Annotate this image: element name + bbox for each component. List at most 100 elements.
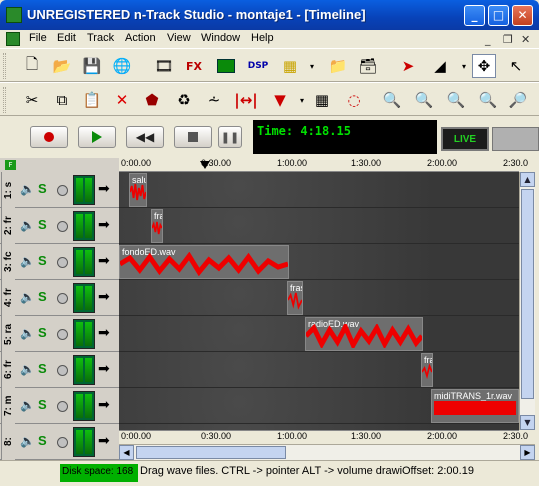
scroll-thumb[interactable] [136, 446, 286, 459]
speaker-icon[interactable]: 🔈 [20, 398, 35, 412]
solo-icon[interactable]: S [38, 253, 47, 268]
scroll-down-icon[interactable]: ▼ [520, 415, 535, 430]
dropdown-arrow-icon[interactable]: ▾ [300, 54, 324, 78]
mdi-restore-icon[interactable]: ❐ [503, 33, 513, 46]
paste-icon[interactable]: 📋 [80, 88, 104, 112]
track-name[interactable]: 6: fr [1, 352, 15, 388]
track-header[interactable]: 8: 🔈 S ➡ [0, 424, 119, 460]
track-header[interactable]: 3: fc 🔈 S ➡ [0, 244, 119, 280]
scroll-right-icon[interactable]: ▶ [520, 445, 535, 460]
track-name[interactable]: 7: m [1, 388, 15, 424]
record-arm-button[interactable] [57, 185, 68, 196]
delete-icon[interactable]: ✕ [110, 88, 134, 112]
volume-slider[interactable] [492, 127, 539, 151]
zoom-all-icon[interactable]: 🔎 [506, 88, 530, 112]
dsp-icon[interactable]: DSP [246, 54, 270, 78]
record-arm-button[interactable] [57, 437, 68, 448]
toolbar-grip[interactable] [3, 87, 6, 113]
playhead-marker[interactable] [200, 161, 210, 169]
wave-clip[interactable]: frase2.wav [287, 281, 303, 315]
plugin-icon[interactable]: FX [182, 54, 206, 78]
record-arm-button[interactable] [57, 365, 68, 376]
time-ruler-bottom[interactable]: 0:00.00 0:30.00 1:00.00 1:30.00 2:00.00 … [119, 430, 528, 444]
solo-icon[interactable]: S [38, 361, 47, 376]
speaker-icon[interactable]: 🔈 [20, 362, 35, 376]
speaker-icon[interactable]: 🔈 [20, 434, 35, 448]
snap-icon[interactable]: ⩪ [202, 88, 226, 112]
record-button[interactable] [30, 126, 68, 148]
scroll-up-icon[interactable]: ▲ [520, 172, 535, 187]
stop-button[interactable] [174, 126, 212, 148]
output-arrow-icon[interactable]: ➡ [98, 433, 110, 449]
rewind-button[interactable]: ◀◀ [126, 126, 164, 148]
menu-window[interactable]: Window [201, 32, 240, 44]
output-arrow-icon[interactable]: ➡ [98, 181, 110, 197]
live-button[interactable]: LIVE [441, 127, 489, 151]
document-icon[interactable] [6, 32, 20, 46]
speaker-icon[interactable]: 🔈 [20, 254, 35, 268]
grid-icon[interactable]: ▦ [310, 88, 334, 112]
menu-edit[interactable]: Edit [57, 32, 76, 44]
output-arrow-icon[interactable]: ➡ [98, 289, 110, 305]
menu-help[interactable]: Help [251, 32, 274, 44]
track-lane[interactable] [119, 172, 519, 208]
menu-track[interactable]: Track [87, 32, 114, 44]
wave-clip[interactable]: saludoed.wav [129, 173, 147, 207]
mdi-close-icon[interactable]: ✕ [521, 33, 530, 46]
track-name[interactable]: 5: ra [1, 316, 15, 352]
track-name[interactable]: 3: fc [1, 244, 15, 280]
toolbar-grip[interactable] [3, 53, 6, 79]
split-icon[interactable]: ⬟ [140, 88, 164, 112]
internet-icon[interactable]: 🌐 [110, 54, 134, 78]
move-tool-icon[interactable]: ✥ [472, 54, 496, 78]
record-arm-button[interactable] [57, 293, 68, 304]
scroll-thumb[interactable] [521, 189, 534, 399]
track-name[interactable]: 4: fr [1, 280, 15, 316]
expand-toggle-icon[interactable]: F [5, 160, 16, 170]
pattern-icon[interactable]: ▦ [278, 54, 302, 78]
wave-clip[interactable]: frase3.wav [421, 353, 433, 387]
copy-icon[interactable]: ⧉ [50, 88, 74, 112]
track-header[interactable]: 2: fr 🔈 S ➡ [0, 208, 119, 244]
zoom-horizontal-icon[interactable]: 🔍 [476, 88, 500, 112]
record-arm-button[interactable] [57, 401, 68, 412]
app-icon[interactable] [6, 7, 22, 23]
play-button[interactable] [78, 126, 116, 148]
menu-file[interactable]: File [29, 32, 47, 44]
track-header[interactable]: 4: fr 🔈 S ➡ [0, 280, 119, 316]
track-lane[interactable] [119, 208, 519, 244]
red-arrow-icon[interactable]: ▼ [268, 88, 292, 112]
track-header[interactable]: 5: ra 🔈 S ➡ [0, 316, 119, 352]
timeline-area[interactable]: saludoed.wav frase1.wav fondoED.wav fras… [119, 172, 519, 430]
track-name[interactable]: 8: [1, 424, 15, 460]
track-name[interactable]: 1: s [1, 172, 15, 208]
record-arm-button[interactable] [57, 221, 68, 232]
output-arrow-icon[interactable]: ➡ [98, 253, 110, 269]
speaker-icon[interactable]: 🔈 [20, 326, 35, 340]
vertical-scrollbar[interactable]: ▲ ▼ [519, 172, 535, 430]
loop-icon[interactable]: ♻ [172, 88, 196, 112]
export-icon[interactable]: 🗃 [356, 54, 380, 78]
scroll-left-icon[interactable]: ◀ [119, 445, 134, 460]
speaker-icon[interactable]: 🔈 [20, 218, 35, 232]
output-arrow-icon[interactable]: ➡ [98, 361, 110, 377]
wave-clip[interactable]: radioED.wav [305, 317, 423, 351]
save-icon[interactable]: 💾 [80, 54, 104, 78]
zoom-vertical-icon[interactable]: 🔍 [444, 88, 468, 112]
open-folder-icon[interactable]: 📂 [50, 54, 74, 78]
track-name[interactable]: 2: fr [1, 208, 15, 244]
solo-icon[interactable]: S [38, 433, 47, 448]
wave-clip[interactable]: frase1.wav [151, 209, 163, 243]
solo-icon[interactable]: S [38, 181, 47, 196]
mdi-minimize-icon[interactable]: _ [485, 33, 491, 46]
record-arm-button[interactable] [57, 257, 68, 268]
new-file-icon[interactable]: 🗋 [20, 54, 44, 78]
track-header[interactable]: 1: s 🔈 S ➡ [0, 172, 119, 208]
video-icon[interactable]: 🎞 [152, 54, 176, 78]
track-header[interactable]: 7: m 🔈 S ➡ [0, 388, 119, 424]
speaker-icon[interactable]: 🔈 [20, 182, 35, 196]
zoom-in-icon[interactable]: 🔍 [380, 88, 404, 112]
marker-icon[interactable]: ➤ [396, 54, 420, 78]
menu-view[interactable]: View [167, 32, 191, 44]
track-lane[interactable] [119, 352, 519, 388]
